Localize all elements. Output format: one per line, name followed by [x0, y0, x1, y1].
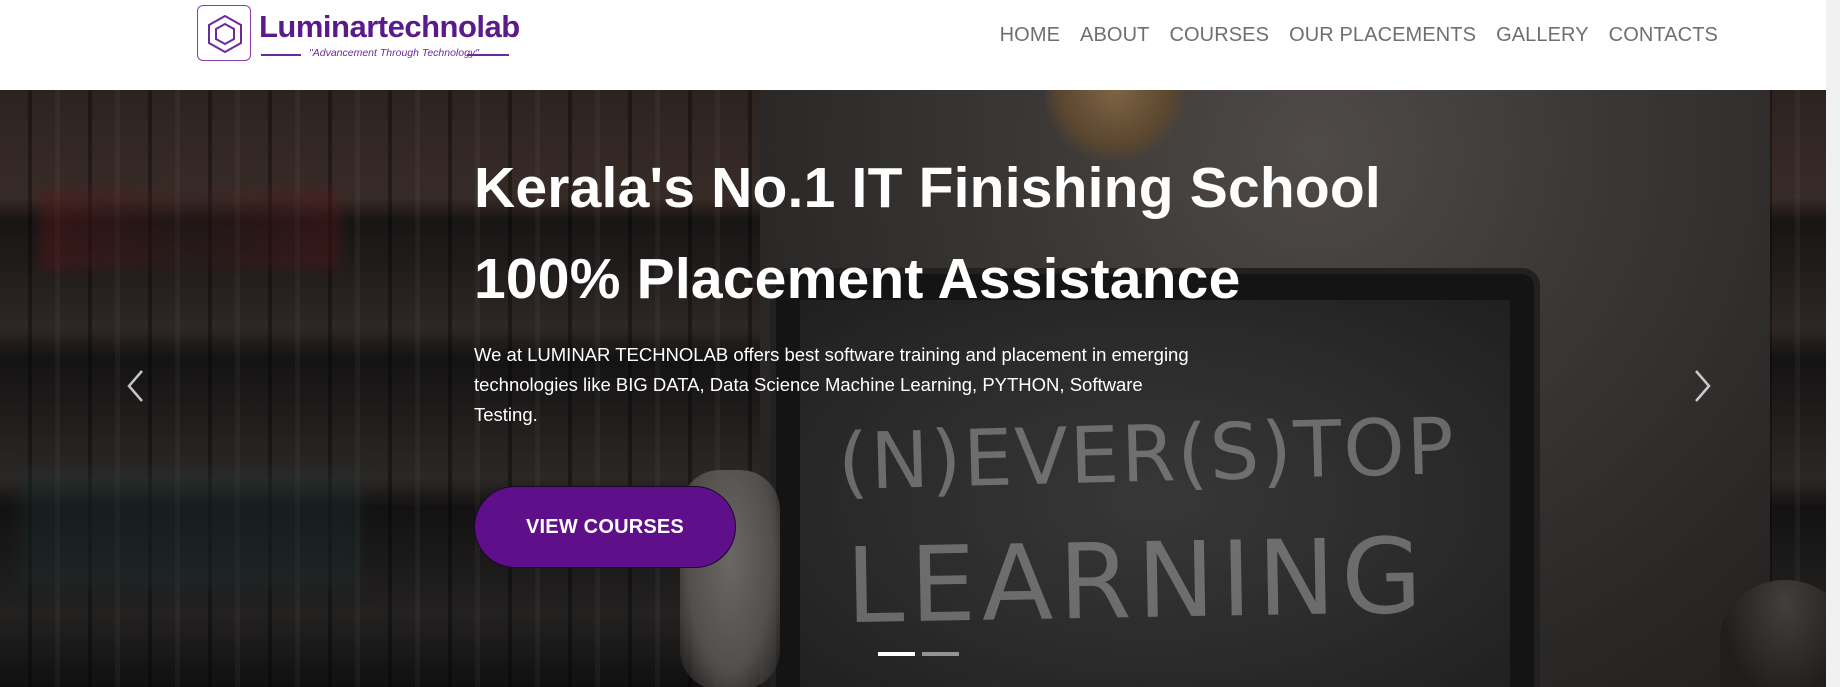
nav-item-courses[interactable]: COURSES	[1169, 24, 1269, 47]
hero-headline-2: 100% Placement Assistance	[474, 247, 1241, 311]
nav-item-placements[interactable]: OUR PLACEMENTS	[1289, 24, 1476, 47]
brand-tagline-text: "Advancement Through Technology"	[309, 47, 479, 59]
brand-logo[interactable]: Luminartechnolab "Advancement Through Te…	[197, 5, 527, 65]
main-nav: HOME ABOUT COURSES OUR PLACEMENTS GALLER…	[980, 24, 1718, 47]
nav-item-about[interactable]: ABOUT	[1080, 24, 1149, 47]
nav-item-home[interactable]: HOME	[1000, 24, 1060, 47]
carousel-indicator-2[interactable]	[922, 652, 959, 656]
hexagon-logo-icon	[197, 5, 251, 61]
site-header: Luminartechnolab "Advancement Through Te…	[0, 0, 1840, 90]
brand-tagline: "Advancement Through Technology"	[259, 47, 509, 61]
page-scrollbar[interactable]	[1826, 0, 1840, 687]
chevron-right-icon[interactable]	[1686, 366, 1716, 406]
view-courses-button[interactable]: VIEW COURSES	[474, 486, 736, 568]
hero-description: We at LUMINAR TECHNOLAB offers best soft…	[474, 344, 1189, 425]
chevron-left-icon[interactable]	[122, 366, 152, 406]
nav-item-contacts[interactable]: CONTACTS	[1609, 24, 1718, 47]
carousel-indicator-1[interactable]	[878, 652, 915, 656]
brand-name: Luminartechnolab	[259, 9, 520, 44]
hero-headline-1: Kerala's No.1 IT Finishing School	[474, 156, 1381, 220]
carousel-indicators	[878, 652, 959, 656]
hero-carousel: (N)EVER(S)TOP LEARNING Kerala's No.1 IT …	[0, 90, 1840, 687]
nav-item-gallery[interactable]: GALLERY	[1496, 24, 1589, 47]
